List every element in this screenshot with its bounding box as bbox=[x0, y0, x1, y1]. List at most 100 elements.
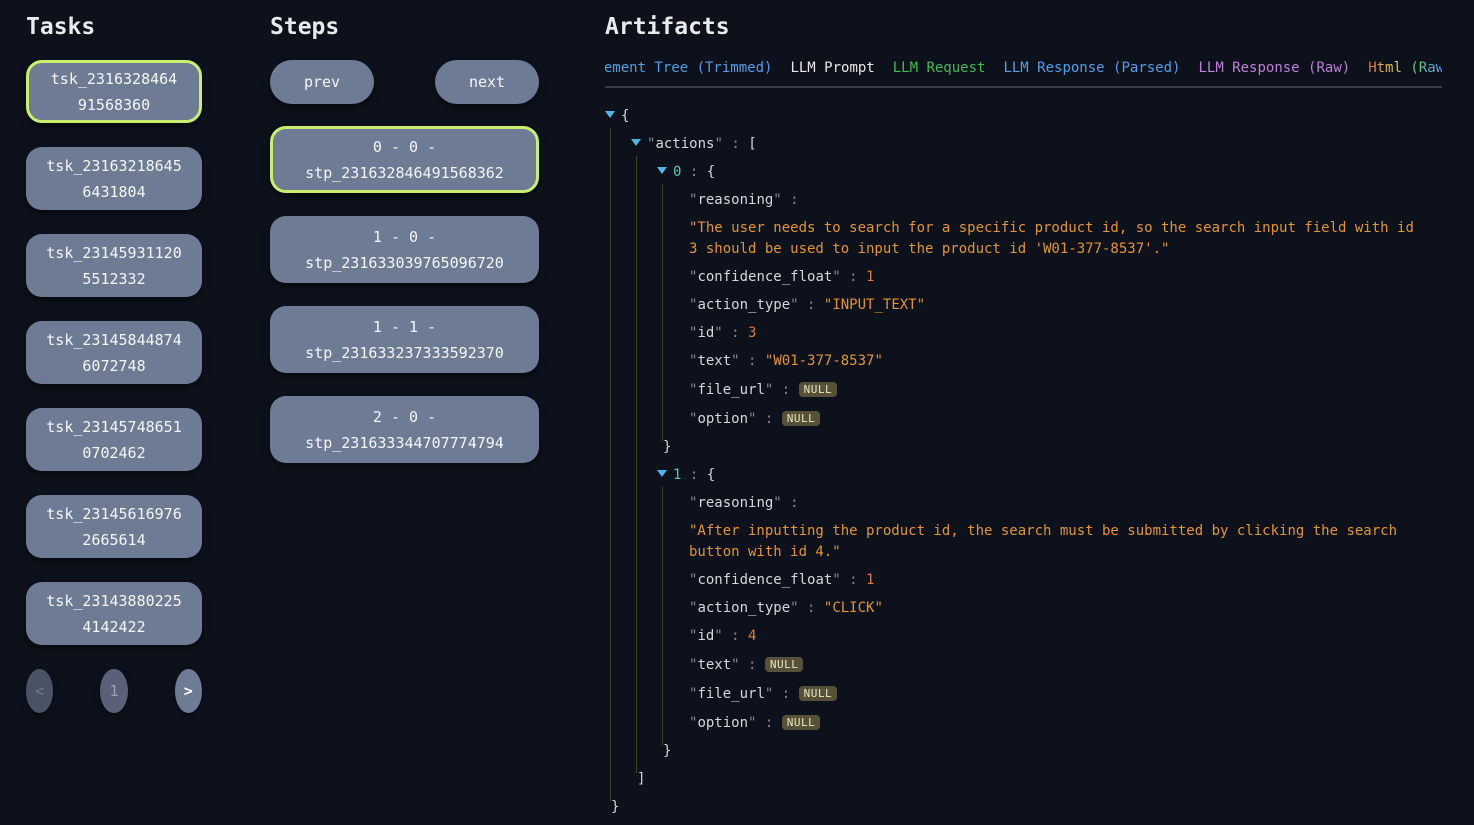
json-colon: : bbox=[723, 325, 748, 341]
tasks-pagination: < 1 > bbox=[26, 669, 202, 713]
json-colon: : bbox=[756, 715, 781, 731]
json-row: "option" : NULL bbox=[605, 408, 1442, 430]
pagination-page-1-button[interactable]: 1 bbox=[100, 669, 127, 713]
json-row: "text" : "W01-377-8537" bbox=[605, 351, 1442, 372]
json-number-value: 3 bbox=[748, 325, 756, 341]
artifacts-title: Artifacts bbox=[605, 14, 1442, 40]
json-row: "After inputting the product id, the sea… bbox=[605, 521, 1442, 563]
json-row: "reasoning" : bbox=[605, 190, 1442, 211]
prev-step-button[interactable]: prev bbox=[270, 60, 374, 104]
json-key: "file_url" bbox=[689, 382, 773, 398]
artifact-tab-llm-response-raw[interactable]: LLM Response (Raw) bbox=[1198, 60, 1350, 76]
json-key: "reasoning" bbox=[689, 192, 782, 208]
indent-guide-line bbox=[610, 128, 611, 801]
json-row: "text" : NULL bbox=[605, 654, 1442, 676]
artifact-tab-html-raw[interactable]: Html (Raw) bbox=[1368, 60, 1442, 76]
json-number-value: 4 bbox=[748, 628, 756, 644]
task-button-1[interactable]: tsk_231632186456431804 bbox=[26, 147, 202, 210]
json-row: "action_type" : "INPUT_TEXT" bbox=[605, 295, 1442, 316]
step-index-label: 0 - 0 - bbox=[373, 134, 436, 160]
task-button-3[interactable]: tsk_231458448746072748 bbox=[26, 321, 202, 384]
tasks-title: Tasks bbox=[26, 14, 202, 40]
json-key: "id" bbox=[689, 325, 723, 341]
next-step-button[interactable]: next bbox=[435, 60, 539, 104]
json-key: "text" bbox=[689, 353, 740, 369]
collapse-toggle-icon[interactable] bbox=[657, 167, 667, 174]
json-colon: : bbox=[782, 495, 799, 511]
collapse-toggle-icon[interactable] bbox=[657, 470, 667, 477]
json-key: "option" bbox=[689, 715, 756, 731]
indent-guide-line bbox=[662, 487, 663, 745]
json-close-row: } bbox=[605, 741, 1442, 762]
artifact-tab-llm-prompt[interactable]: LLM Prompt bbox=[790, 60, 874, 76]
json-null-badge: NULL bbox=[782, 715, 821, 730]
json-close-row: } bbox=[605, 797, 1442, 818]
task-list: tsk_231632846491568360 tsk_23163218645643… bbox=[26, 60, 202, 645]
json-row: 0 : { bbox=[605, 162, 1442, 183]
json-row: "option" : NULL bbox=[605, 712, 1442, 734]
json-row: "file_url" : NULL bbox=[605, 379, 1442, 401]
step-id-label: stp_231633344707774794 bbox=[305, 430, 504, 456]
json-string-value: "The user needs to search for a specific… bbox=[689, 220, 1422, 257]
step-index-label: 1 - 1 - bbox=[373, 314, 436, 340]
json-close-row: } bbox=[605, 437, 1442, 458]
steps-title: Steps bbox=[270, 14, 539, 40]
step-button-1[interactable]: 1 - 0 -stp_231633039765096720 bbox=[270, 216, 539, 283]
json-colon: : bbox=[740, 657, 765, 673]
json-bracket: { bbox=[707, 164, 715, 180]
json-key: "id" bbox=[689, 628, 723, 644]
json-colon: : bbox=[773, 382, 798, 398]
tasks-panel: Tasks tsk_231632846491568360 tsk_23163218… bbox=[26, 14, 202, 713]
json-bracket: { bbox=[621, 108, 629, 124]
artifact-tab-llm-response-parsed[interactable]: LLM Response (Parsed) bbox=[1003, 60, 1180, 76]
task-button-0[interactable]: tsk_231632846491568360 bbox=[26, 60, 202, 123]
json-key: "actions" bbox=[647, 136, 723, 152]
step-index-label: 1 - 0 - bbox=[373, 224, 436, 250]
step-nav: prev next bbox=[270, 60, 539, 104]
indent-guide-line bbox=[636, 156, 637, 773]
json-row: "actions" : [ bbox=[605, 134, 1442, 155]
json-row: "id" : 3 bbox=[605, 323, 1442, 344]
artifacts-tabbar: Element Tree (Trimmed) LLM Prompt LLM Requ… bbox=[605, 60, 1442, 88]
json-colon: : bbox=[773, 686, 798, 702]
json-colon: : bbox=[681, 467, 706, 483]
json-colon: : bbox=[723, 136, 748, 152]
step-button-3[interactable]: 2 - 0 -stp_231633344707774794 bbox=[270, 396, 539, 463]
step-id-label: stp_231633039765096720 bbox=[305, 250, 504, 276]
step-button-0[interactable]: 0 - 0 -stp_231632846491568362 bbox=[270, 126, 539, 193]
json-row: 1 : { bbox=[605, 465, 1442, 486]
json-row: "id" : 4 bbox=[605, 626, 1442, 647]
json-row: "confidence_float" : 1 bbox=[605, 267, 1442, 288]
json-colon: : bbox=[799, 297, 824, 313]
collapse-toggle-icon[interactable] bbox=[605, 111, 615, 118]
step-id-label: stp_231633237333592370 bbox=[305, 340, 504, 366]
json-null-badge: NULL bbox=[765, 657, 804, 672]
json-bracket: } bbox=[611, 799, 619, 815]
json-key: "option" bbox=[689, 411, 756, 427]
step-index-label: 2 - 0 - bbox=[373, 404, 436, 430]
collapse-toggle-icon[interactable] bbox=[631, 139, 641, 146]
json-colon: : bbox=[723, 628, 748, 644]
json-null-badge: NULL bbox=[799, 382, 838, 397]
json-row: "reasoning" : bbox=[605, 493, 1442, 514]
json-row: "confidence_float" : 1 bbox=[605, 570, 1442, 591]
json-key: "file_url" bbox=[689, 686, 773, 702]
pagination-prev-button[interactable]: < bbox=[26, 669, 53, 713]
json-null-badge: NULL bbox=[799, 686, 838, 701]
task-button-2[interactable]: tsk_231459311205512332 bbox=[26, 234, 202, 297]
app-layout: Tasks tsk_231632846491568360 tsk_23163218… bbox=[0, 0, 1474, 825]
json-key: "action_type" bbox=[689, 600, 799, 616]
pagination-next-button[interactable]: > bbox=[175, 669, 202, 713]
json-bracket: } bbox=[663, 439, 671, 455]
json-key: "reasoning" bbox=[689, 495, 782, 511]
json-string-value: "After inputting the product id, the sea… bbox=[689, 523, 1405, 560]
json-row: "file_url" : NULL bbox=[605, 683, 1442, 705]
task-button-6[interactable]: tsk_231438802254142422 bbox=[26, 582, 202, 645]
task-button-4[interactable]: tsk_231457486510702462 bbox=[26, 408, 202, 471]
json-colon: : bbox=[740, 353, 765, 369]
artifact-tab-element-tree-trimmed[interactable]: Element Tree (Trimmed) bbox=[605, 60, 772, 76]
step-button-2[interactable]: 1 - 1 -stp_231633237333592370 bbox=[270, 306, 539, 373]
task-button-5[interactable]: tsk_231456169762665614 bbox=[26, 495, 202, 558]
json-close-row: ] bbox=[605, 769, 1442, 790]
artifact-tab-llm-request[interactable]: LLM Request bbox=[893, 60, 986, 76]
